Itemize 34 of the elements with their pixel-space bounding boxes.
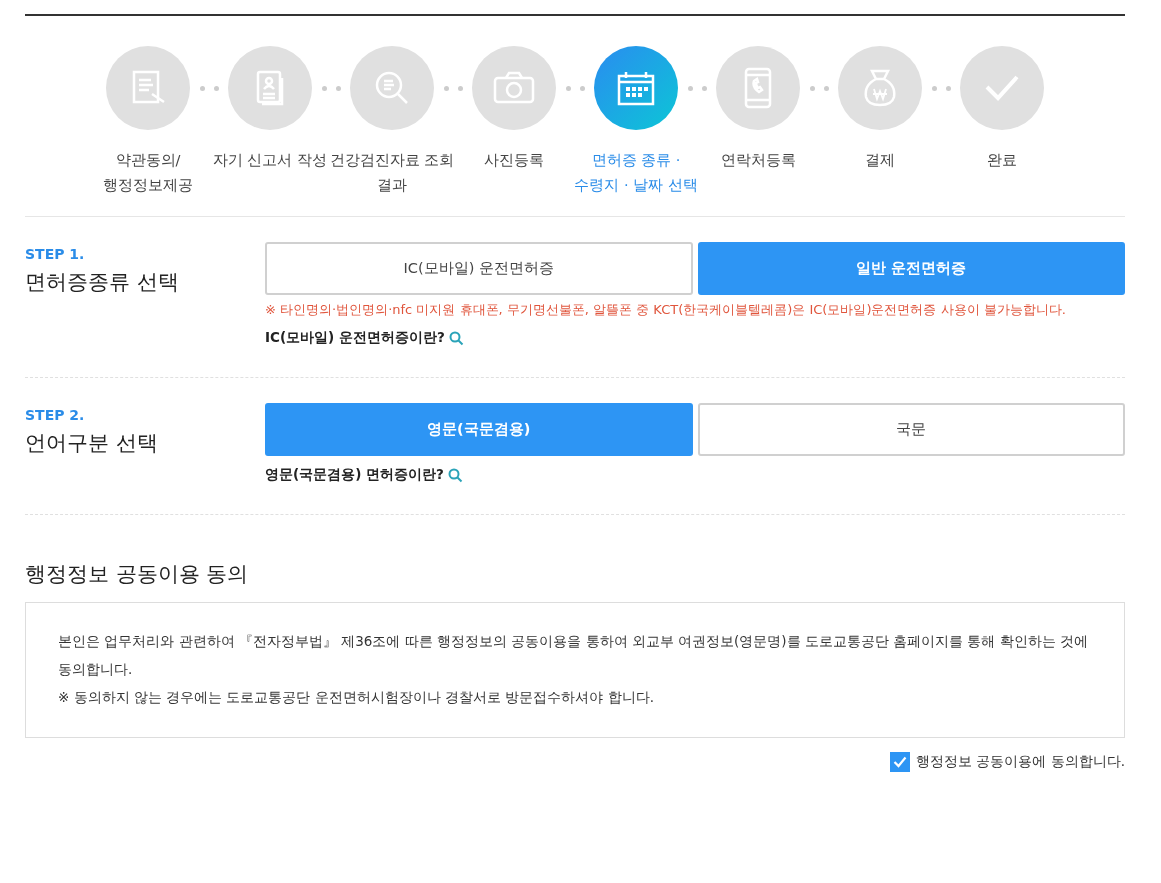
dots-separator [687, 85, 707, 91]
step-number: STEP 1. [25, 246, 86, 262]
dots-separator [199, 85, 219, 91]
step-label: 면허증 종류 · 수령지 · 날짜 선택 [574, 151, 698, 195]
search-icon[interactable] [448, 330, 464, 346]
step-label: 연락처등록 [720, 151, 796, 170]
dots-separator [809, 85, 829, 91]
section-title: 행정정보 공동이용 동의 [25, 561, 250, 588]
step-label: 자기 신고서 작성 [212, 151, 328, 170]
dots-separator [565, 85, 585, 91]
consent-paragraph: ※ 동의하지 않는 경우에는 도로교통공단 운전면허시험장이나 경찰서로 방문접수하셔야 합니다. [58, 688, 655, 707]
search-icon[interactable] [447, 467, 463, 483]
option-button[interactable]: IC(모바일) 운전면허증 [265, 242, 693, 295]
warning-notice: ※ 타인명의·법인명의·nfc 미지원 휴대폰, 무기명선불폰, 알뜰폰 중 KCT(한국케이블텔레콤)은 IC(모바일)운전면허증 사용이 불가능합니다. [265, 301, 1067, 319]
step-label: 결제 [865, 151, 895, 170]
agree-checkbox[interactable] [890, 752, 911, 772]
info-link[interactable]: IC(모바일) 운전면허증이란? [265, 329, 445, 347]
checkbox-label[interactable]: 행정정보 공동이용에 동의합니다. [916, 753, 1125, 771]
option-button[interactable]: 국문 [697, 403, 1125, 456]
dots-separator [931, 85, 951, 91]
section-title: 면허증종류 선택 [25, 269, 180, 296]
step-number: STEP 2. [25, 407, 86, 423]
step-label: 완료 [987, 151, 1017, 170]
smartphone-icon [743, 67, 773, 109]
step-label: 건강검진자료 조회 결과 [329, 151, 455, 195]
dots-separator [321, 85, 341, 91]
consent-paragraph: 본인은 업무처리와 관련하여 『전자정부법』 제36조에 따른 행정정보의 공동이용을 통하여 외교부 여권정보(영문명)를 도로교통공단 홈페이지를 통해 확인하는 것에 동의합니다. [58, 632, 1090, 679]
check-icon [893, 756, 908, 768]
step-label: 사진등록 [484, 151, 544, 170]
info-link[interactable]: 영문(국문겸용) 면허증이란? [265, 466, 444, 484]
section-title: 언어구분 선택 [25, 430, 159, 457]
dots-separator [443, 85, 463, 91]
step-label: 약관동의/ 행정정보제공 [103, 151, 193, 195]
check-icon [984, 73, 1020, 103]
